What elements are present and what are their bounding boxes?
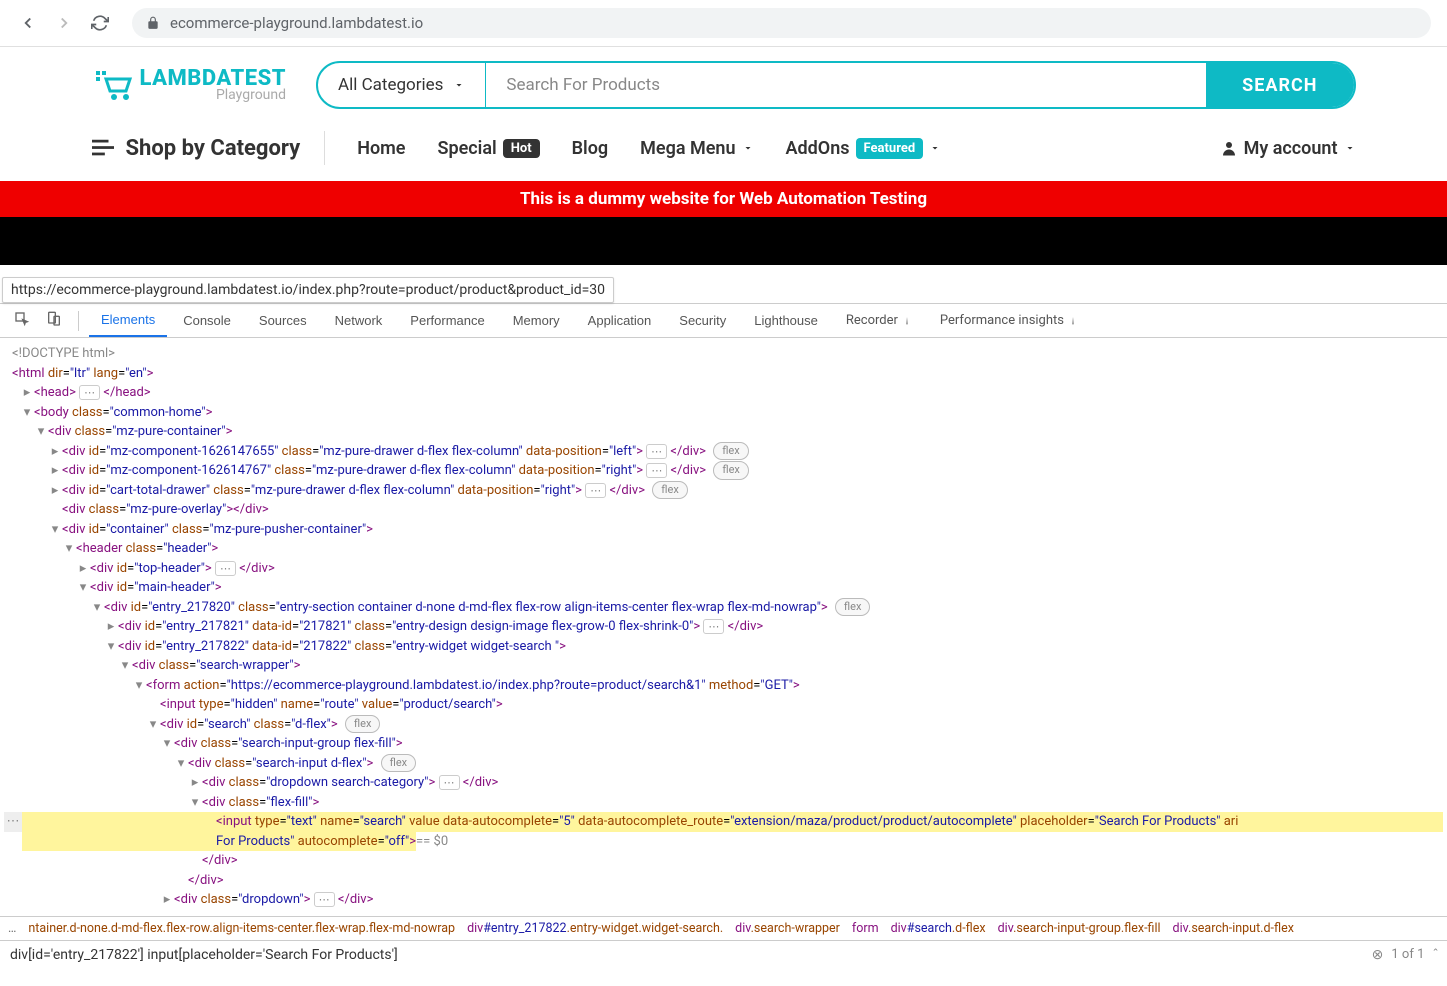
chevron-down-icon	[742, 142, 754, 154]
nav-blog[interactable]: Blog	[572, 138, 609, 159]
tab-elements[interactable]: Elements	[89, 304, 167, 337]
clear-icon[interactable]: ⊗	[1372, 947, 1384, 963]
featured-badge: Featured	[856, 138, 924, 159]
site-header: LAMBDATEST Playground All Categories SEA…	[64, 47, 1384, 123]
search-button[interactable]: SEARCH	[1206, 63, 1353, 107]
url-bar[interactable]: ecommerce-playground.lambdatest.io	[132, 8, 1431, 38]
tab-performance[interactable]: Performance	[398, 305, 496, 336]
hero-strip	[0, 217, 1447, 265]
devtools-tabs: Elements Console Sources Network Perform…	[0, 304, 1447, 338]
hot-badge: Hot	[503, 139, 540, 158]
cart-icon	[92, 65, 132, 105]
logo-sub: Playground	[140, 88, 287, 102]
dom-breadcrumb[interactable]: … ntainer.d-none.d-md-flex.flex-row.alig…	[0, 916, 1447, 940]
nav-mega-menu[interactable]: Mega Menu	[640, 138, 753, 159]
find-input[interactable]	[8, 945, 1364, 965]
reload-button[interactable]	[88, 11, 112, 35]
tab-lighthouse[interactable]: Lighthouse	[742, 305, 830, 336]
chevron-down-icon	[453, 79, 465, 91]
menu-icon	[92, 139, 114, 157]
page-content: LAMBDATEST Playground All Categories SEA…	[0, 47, 1447, 303]
find-bar: ⊗ 1 of 1 ˆ	[0, 940, 1447, 969]
nav-my-account[interactable]: My account	[1220, 138, 1356, 159]
tab-recorder[interactable]: Recorder	[834, 305, 924, 336]
category-dropdown[interactable]: All Categories	[318, 63, 486, 107]
chevron-down-icon	[929, 142, 941, 154]
find-count: 1 of 1	[1391, 947, 1424, 962]
forward-button[interactable]	[52, 11, 76, 35]
lock-icon	[146, 16, 160, 30]
device-icon[interactable]	[40, 305, 68, 337]
status-bar-url: https://ecommerce-playground.lambdatest.…	[2, 277, 614, 303]
chevron-down-icon	[1344, 142, 1356, 154]
search-input[interactable]	[486, 63, 1206, 107]
banner: This is a dummy website for Web Automati…	[0, 181, 1447, 217]
tab-network[interactable]: Network	[323, 305, 395, 336]
tab-console[interactable]: Console	[171, 305, 243, 336]
person-icon	[1220, 139, 1238, 157]
find-prev-icon[interactable]: ˆ	[1432, 947, 1439, 963]
inspect-icon[interactable]	[8, 305, 36, 337]
shop-by-category[interactable]: Shop by Category	[92, 131, 326, 165]
search-form: All Categories SEARCH	[316, 61, 1355, 109]
tab-security[interactable]: Security	[667, 305, 738, 336]
url-text: ecommerce-playground.lambdatest.io	[170, 14, 423, 32]
tab-sources[interactable]: Sources	[247, 305, 319, 336]
logo[interactable]: LAMBDATEST Playground	[92, 65, 287, 105]
tab-memory[interactable]: Memory	[501, 305, 572, 336]
back-button[interactable]	[16, 11, 40, 35]
tab-application[interactable]: Application	[576, 305, 664, 336]
nav-addons[interactable]: AddOns Featured	[786, 138, 942, 159]
browser-toolbar: ecommerce-playground.lambdatest.io	[0, 0, 1447, 47]
tab-insights[interactable]: Performance insights	[928, 305, 1090, 336]
devtools: Elements Console Sources Network Perform…	[0, 303, 1447, 969]
nav-special[interactable]: Special Hot	[438, 138, 540, 159]
dom-tree[interactable]: <!DOCTYPE html> <html dir="ltr" lang="en…	[0, 338, 1447, 916]
main-nav: Shop by Category Home Special Hot Blog M…	[64, 123, 1384, 181]
nav-home[interactable]: Home	[357, 138, 405, 159]
selected-dom-node[interactable]: <input type="text" name="search" value d…	[22, 812, 1443, 832]
